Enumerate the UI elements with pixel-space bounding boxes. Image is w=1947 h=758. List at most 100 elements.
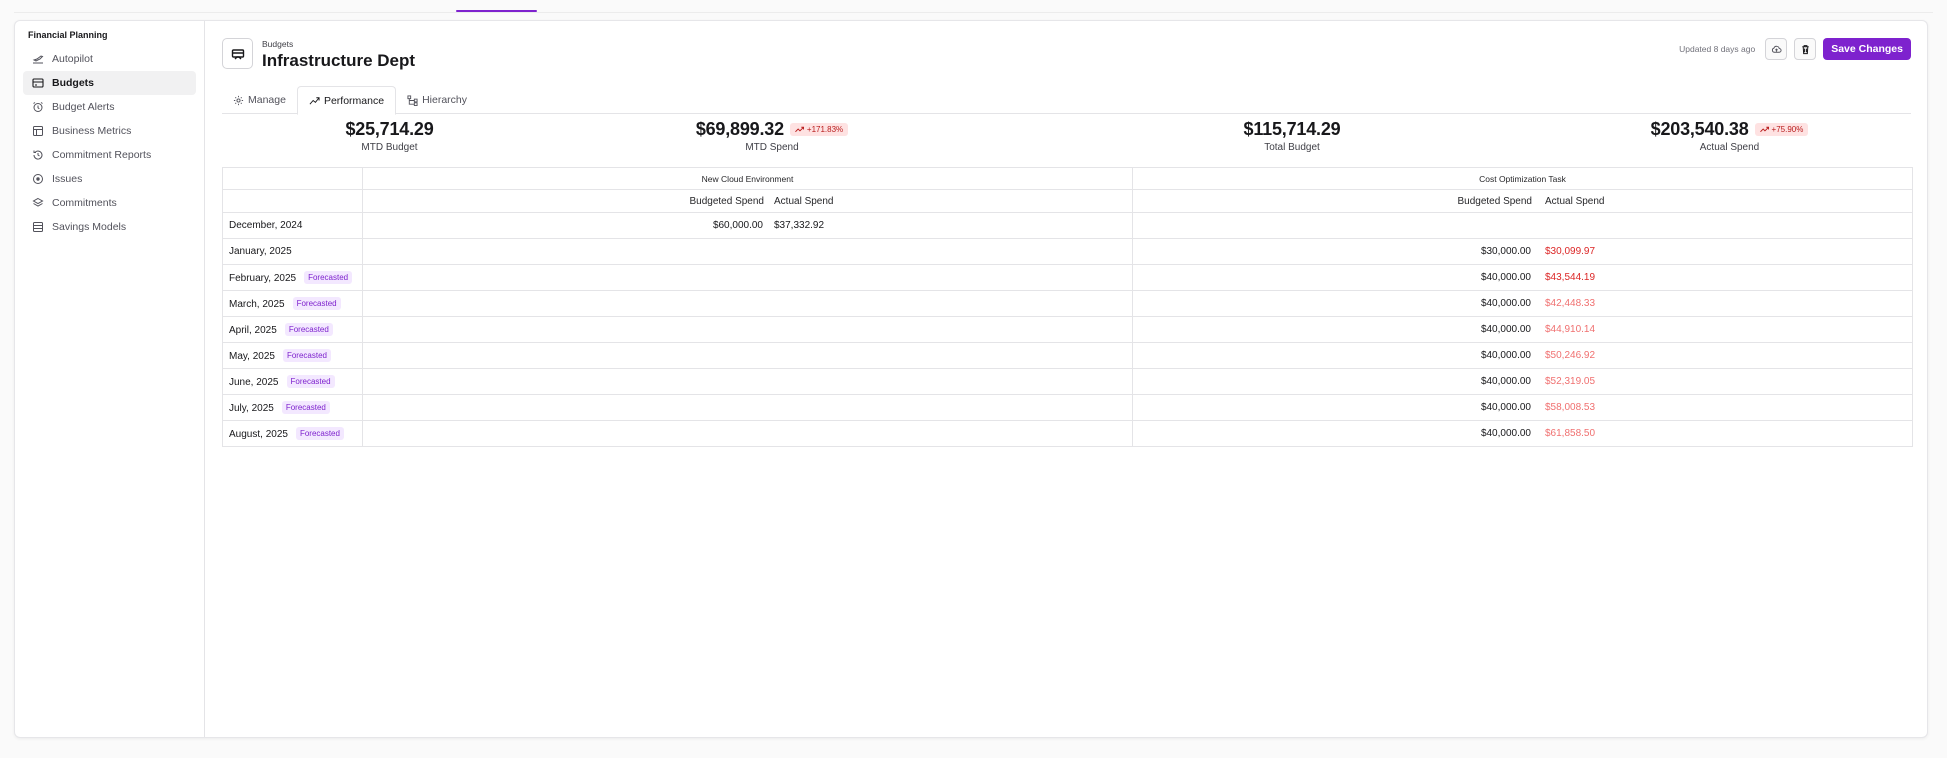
stat-value: $115,714.29	[1243, 119, 1341, 139]
sidebar-item-issues[interactable]: Issues	[23, 167, 196, 191]
updated-timestamp: Updated 8 days ago	[1679, 44, 1756, 54]
month-label: April, 2025	[229, 325, 277, 336]
table-row: June, 2025 Forecasted $40,000.00 $52,319.05	[222, 368, 1913, 395]
budget-cell: $40,000.00 $58,008.53	[1132, 394, 1913, 421]
actual-spend: $37,332.92	[774, 220, 825, 231]
budget-performance-table: New Cloud Environment Cost Optimization …	[222, 167, 1913, 447]
month-label: February, 2025	[229, 273, 297, 284]
hierarchy-icon	[407, 94, 418, 106]
budgeted-spend: $60,000.00	[712, 220, 763, 231]
top-divider	[14, 12, 1933, 13]
tab-label: Performance	[323, 94, 385, 107]
column-header: Budgeted Spend	[1457, 196, 1532, 207]
sidebar-item-budgets[interactable]: Budgets	[23, 71, 196, 95]
budgeted-spend: $40,000.00	[1480, 402, 1531, 413]
top-active-indicator	[456, 10, 537, 12]
actual-spend: $50,246.92	[1545, 350, 1596, 361]
group-header: New Cloud Environment	[362, 167, 1133, 190]
tab-manage[interactable]: Manage	[222, 86, 297, 114]
sidebar-item-autopilot[interactable]: Autopilot	[23, 47, 196, 71]
tab-hierarchy[interactable]: Hierarchy	[396, 86, 478, 114]
save-changes-button[interactable]: Save Changes	[1823, 38, 1911, 60]
gear-icon	[233, 95, 244, 105]
forecasted-badge: Forecasted	[304, 271, 353, 284]
sidebar-item-commitments[interactable]: Commitments	[23, 191, 196, 215]
month-label: August, 2025	[229, 429, 288, 440]
stat-mtd-budget: $25,714.29 MTD Budget	[322, 119, 457, 153]
budget-cell: $40,000.00 $61,858.50	[1132, 420, 1913, 447]
budgeted-spend: $40,000.00	[1480, 324, 1531, 335]
sidebar-item-label: Budgets	[52, 77, 94, 89]
sidebar-title: Financial Planning	[28, 30, 108, 40]
month-label: March, 2025	[229, 299, 285, 310]
breadcrumb[interactable]: Budgets	[262, 39, 293, 49]
corner-cell	[222, 189, 363, 213]
issues-icon	[31, 173, 44, 186]
sidebar-item-label: Commitments	[52, 197, 117, 209]
table-row: January, 2025 $30,000.00 $30,099.97	[222, 238, 1913, 265]
budget-alerts-icon	[31, 101, 44, 114]
month-label: December, 2024	[229, 220, 303, 231]
sidebar-item-label: Autopilot	[52, 53, 93, 65]
month-cell: April, 2025 Forecasted	[222, 316, 363, 343]
actual-spend: $52,319.05	[1545, 376, 1596, 387]
month-cell: February, 2025 Forecasted	[222, 264, 363, 291]
corner-cell	[222, 167, 363, 190]
trash-icon	[1801, 44, 1809, 54]
autopilot-icon	[31, 53, 44, 66]
delete-button[interactable]	[1794, 38, 1817, 60]
stat-total-budget: $115,714.29 Total Budget	[1222, 119, 1362, 153]
tab-performance[interactable]: Performance	[296, 86, 397, 115]
stats-row: $25,714.29 MTD Budget $69,899.32 +171.83…	[222, 119, 1911, 159]
table-row: March, 2025 Forecasted $40,000.00 $42,448.3…	[222, 290, 1913, 317]
column-header: Actual Spend	[1545, 196, 1605, 207]
sidebar-item-label: Savings Models	[52, 221, 127, 233]
budget-cell: $60,000.00 $37,332.92	[362, 212, 1133, 239]
stat-actual-spend: $203,540.38 +75.90% Actual Spend	[1632, 119, 1827, 153]
budget-cell	[362, 420, 1133, 447]
actual-spend: $61,858.50	[1545, 428, 1596, 439]
budget-cell: $30,000.00 $30,099.97	[1132, 238, 1913, 265]
forecasted-badge: Forecasted	[292, 297, 341, 310]
budget-cell	[362, 290, 1133, 317]
sidebar-item-business-metrics[interactable]: Business Metrics	[23, 119, 196, 143]
tab-label: Manage	[248, 94, 286, 106]
app-shell: Financial Planning Autopilot Budgets Bud…	[14, 20, 1928, 738]
performance-icon	[309, 97, 320, 105]
month-label: July, 2025	[229, 403, 274, 414]
page-title: Infrastructure Dept	[262, 51, 416, 70]
sidebar-item-budget-alerts[interactable]: Budget Alerts	[23, 95, 196, 119]
stat-value: $69,899.32	[695, 119, 784, 139]
sidebar-item-label: Business Metrics	[52, 125, 132, 137]
savings-models-icon	[31, 221, 44, 234]
budget-cell	[362, 368, 1133, 395]
stat-value: $25,714.29	[345, 119, 434, 139]
sidebar-item-savings-models[interactable]: Savings Models	[23, 215, 196, 239]
budget-cell	[362, 342, 1133, 369]
month-cell: March, 2025 Forecasted	[222, 290, 363, 317]
change-badge: +171.83%	[789, 123, 849, 136]
sidebar-item-label: Issues	[52, 173, 83, 185]
budget-cell	[362, 316, 1133, 343]
table-row: April, 2025 Forecasted $40,000.00 $44,910.1…	[222, 316, 1913, 343]
stat-value: $203,540.38	[1650, 119, 1749, 139]
commitments-icon	[31, 197, 44, 210]
actual-spend: $44,910.14	[1545, 324, 1596, 335]
cloud-icon	[1771, 45, 1782, 53]
trend-up-icon	[795, 126, 804, 133]
budget-cell	[362, 264, 1133, 291]
month-cell: July, 2025 Forecasted	[222, 394, 363, 421]
change-badge-text: +171.83%	[806, 125, 844, 134]
table-row: May, 2025 Forecasted $40,000.00 $50,246.92	[222, 342, 1913, 369]
cloud-sync-button[interactable]	[1765, 38, 1788, 60]
table-row: August, 2025 Forecasted $40,000.00 $61,858.…	[222, 420, 1913, 447]
budget-cell	[362, 238, 1133, 265]
sidebar-item-commitment-reports[interactable]: Commitment Reports	[23, 143, 196, 167]
budgeted-spend: $40,000.00	[1480, 272, 1531, 283]
change-badge: +75.90%	[1754, 123, 1809, 136]
month-cell: August, 2025 Forecasted	[222, 420, 363, 447]
budgeted-spend: $40,000.00	[1480, 350, 1531, 361]
budget-cell: $40,000.00 $43,544.19	[1132, 264, 1913, 291]
group-header: Cost Optimization Task	[1132, 167, 1913, 190]
table-row: February, 2025 Forecasted $40,000.00 $43,54…	[222, 264, 1913, 291]
